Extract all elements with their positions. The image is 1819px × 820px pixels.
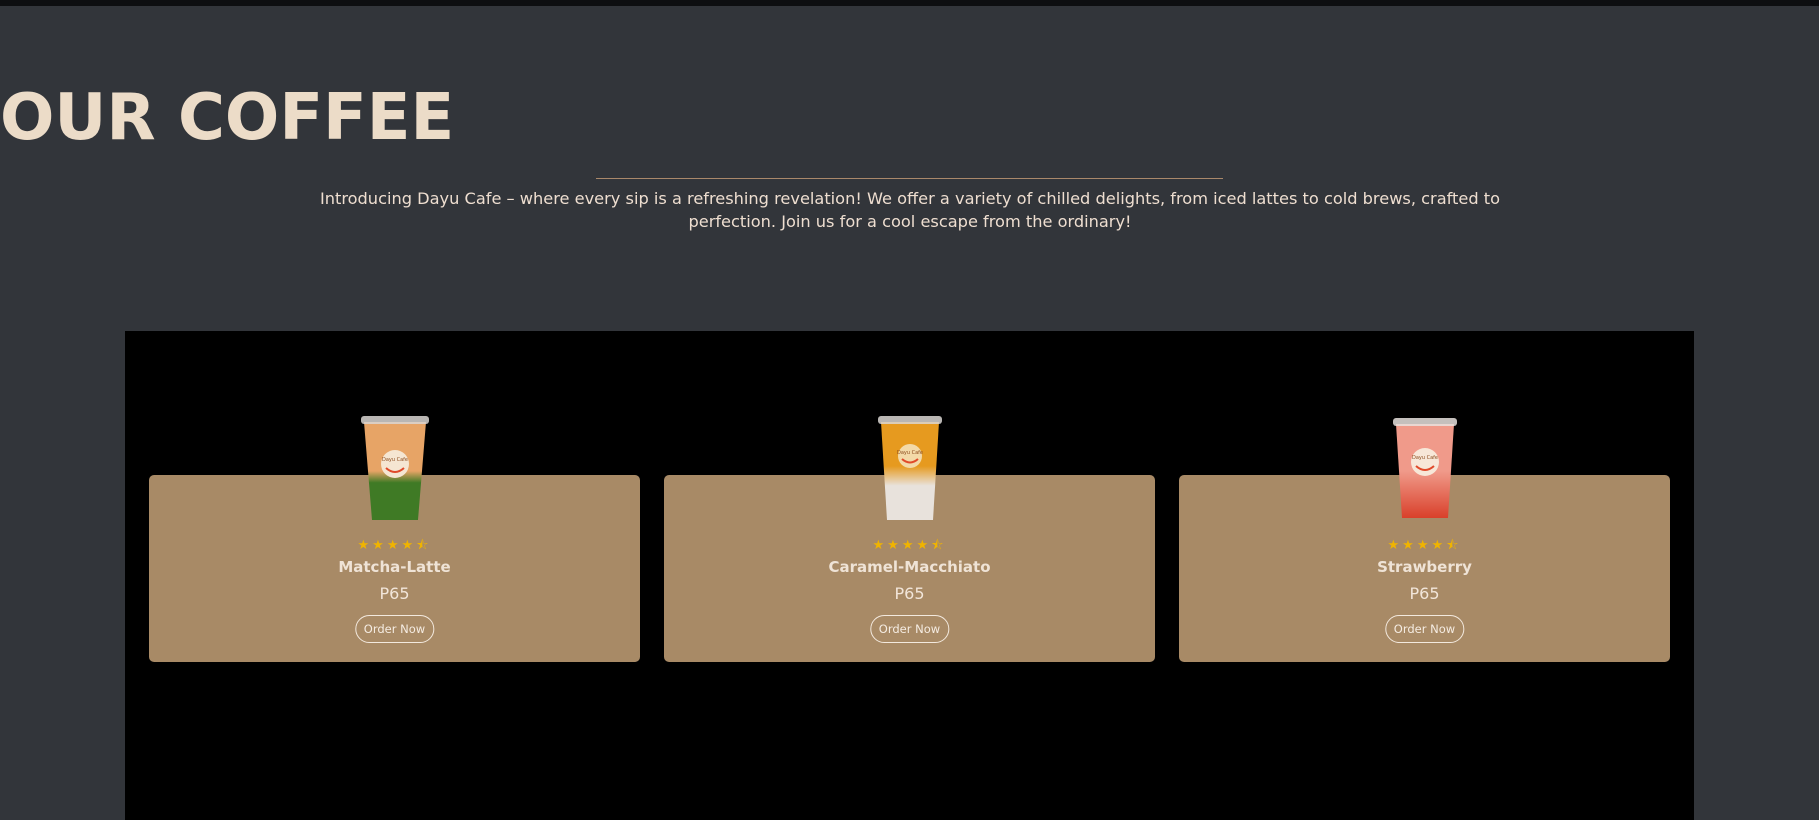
top-bar (0, 0, 1819, 6)
matcha-latte-cup-image: Dayu Cafe (360, 416, 429, 520)
product-card-strawberry: Dayu Cafe ★★★★⯪ Strawberry P65 Order Now (1179, 418, 1670, 662)
cup-logo-text: Dayu Cafe (1411, 455, 1437, 461)
section-intro: Introducing Dayu Cafe – where every sip … (319, 189, 1501, 231)
product-card-matcha-latte: Dayu Cafe ★★★★⯪ Matcha-Latte P65 Order N… (149, 416, 640, 662)
strawberry-cup-image: Dayu Cafe (1392, 418, 1457, 518)
product-name: Caramel-Macchiato (828, 558, 991, 576)
order-now-button[interactable]: Order Now (1384, 615, 1465, 643)
product-price: P65 (1409, 584, 1440, 603)
product-name: Strawberry (1377, 558, 1472, 576)
title-divider (596, 178, 1223, 179)
cup-logo-text: Dayu Cafe (896, 450, 922, 456)
product-price: P65 (894, 584, 925, 603)
product-card-caramel-macchiato: Dayu Cafe ★★★★⯪ Caramel-Macchiato P65 Or… (664, 416, 1155, 662)
rating-stars: ★★★★⯪ (357, 538, 432, 553)
section-title: OUR COFFEE (0, 81, 455, 155)
cup-logo-text: Dayu Cafe (381, 457, 407, 463)
menu-panel: Dayu Cafe ★★★★⯪ Matcha-Latte P65 Order N… (125, 331, 1694, 820)
rating-stars: ★★★★⯪ (1387, 538, 1462, 553)
caramel-macchiato-cup-image: Dayu Cafe (877, 416, 942, 520)
product-name: Matcha-Latte (338, 558, 451, 576)
order-now-button[interactable]: Order Now (869, 615, 950, 643)
rating-stars: ★★★★⯪ (872, 538, 947, 553)
product-price: P65 (379, 584, 410, 603)
order-now-button[interactable]: Order Now (354, 615, 435, 643)
